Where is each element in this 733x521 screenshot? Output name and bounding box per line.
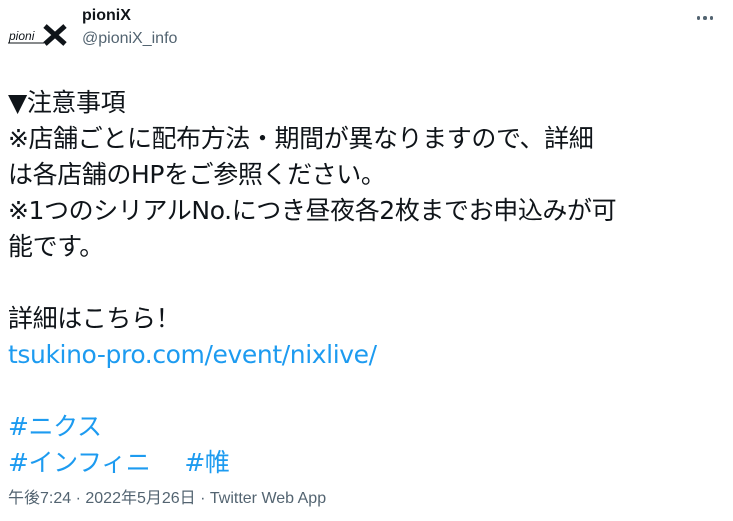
hashtag-infini[interactable]: #インフィニ [8,448,151,477]
hashtag-line: #インフィニ #帷 [8,445,720,481]
tweet-time[interactable]: 午後7:24 [8,490,71,507]
more-horizontal-icon [703,16,707,20]
hashtag-line: #ニクス [8,409,720,445]
tweet-text-line: は各店舗のHPをご参照ください。 [8,160,386,189]
user-handle[interactable]: @pioniX_info [82,28,177,50]
tweet-date[interactable]: 2022年5月26日 [85,490,195,507]
tweet-meta: 午後7:24 · 2022年5月26日 · Twitter Web App [8,488,326,510]
tweet-text: ▼注意事項 ※店舗ごとに配布方法・期間が異なりますので、詳細 は各店舗のHPをご… [8,85,720,481]
event-link[interactable]: tsukino-pro.com/event/nixlive/ [8,340,377,369]
meta-separator: · [195,490,210,507]
tweet-text-line: ※店舗ごとに配布方法・期間が異なりますので、詳細 [8,124,594,153]
display-name[interactable]: pioniX [82,6,177,26]
tweet: pioni pioniX @pioniX_info ▼注意事項 ※店舗ごとに配布… [0,0,733,521]
tweet-source[interactable]: Twitter Web App [210,490,326,507]
avatar[interactable]: pioni [8,22,70,46]
author-block: pioniX @pioniX_info [82,6,177,50]
more-horizontal-icon [709,16,714,20]
hashtag-nix[interactable]: #ニクス [8,412,102,441]
tweet-header: pioni pioniX @pioniX_info [8,6,725,54]
pionix-logo-icon: pioni [8,24,67,46]
tweet-text-line: 能です。 [8,232,104,261]
tweet-text-line: ※1つのシリアルNo.につき昼夜各2枚までお申込みが可 [8,196,617,225]
svg-text:pioni: pioni [8,29,35,43]
tweet-link-line: tsukino-pro.com/event/nixlive/ [8,337,720,373]
more-options-button[interactable] [691,8,719,28]
tweet-text-line: ▼注意事項 [8,88,126,117]
meta-separator: · [71,490,86,507]
more-horizontal-icon [696,16,701,20]
tweet-text-line: 詳細はこちら！ [8,304,181,333]
hashtag-tobari[interactable]: #帷 [184,448,230,477]
